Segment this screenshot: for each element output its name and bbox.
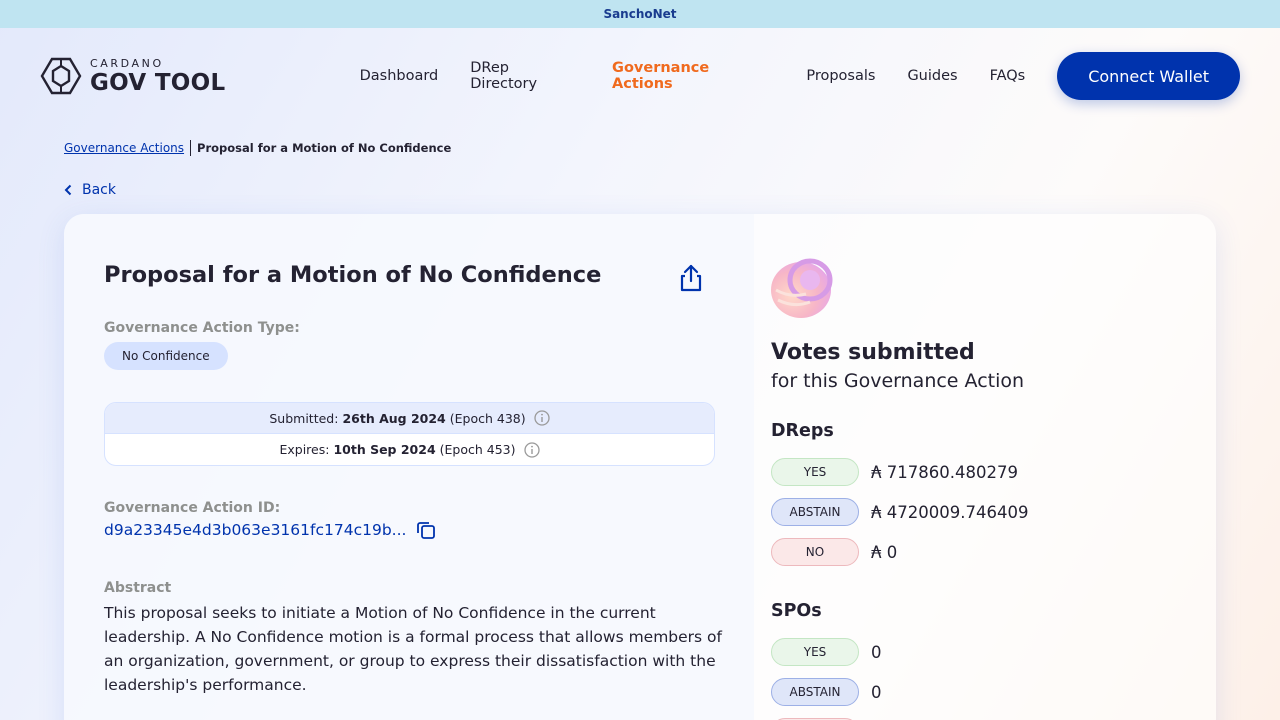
nav-guides[interactable]: Guides [907, 68, 957, 84]
copy-icon[interactable] [416, 520, 436, 540]
nav-faqs[interactable]: FAQs [990, 68, 1026, 84]
spos-yes-row: YES 0 [771, 638, 882, 666]
breadcrumb-governance-actions[interactable]: Governance Actions [64, 141, 184, 155]
cardano-logo-icon [40, 57, 82, 95]
dreps-abstain-row: ABSTAIN ₳ 4720009.746409 [771, 498, 1028, 526]
info-icon[interactable] [523, 441, 540, 458]
governance-action-card: Proposal for a Motion of No Confidence G… [64, 214, 1216, 720]
breadcrumb: Governance Actions Proposal for a Motion… [64, 140, 451, 156]
breadcrumb-separator [190, 140, 192, 156]
logo-small-text: CARDANO [90, 56, 164, 70]
abstract-label: Abstract [104, 580, 172, 596]
yes-chip: YES [771, 458, 859, 486]
breadcrumb-current: Proposal for a Motion of No Confidence [197, 141, 452, 155]
logo[interactable]: CARDANO GOV TOOL [40, 57, 340, 95]
nav-governance-actions[interactable]: Governance Actions [612, 60, 774, 92]
share-icon[interactable] [678, 264, 704, 292]
expires-row: Expires: 10th Sep 2024 (Epoch 453) [105, 434, 714, 465]
nav-drep-directory[interactable]: DRep Directory [470, 60, 580, 92]
nav-proposals[interactable]: Proposals [806, 68, 875, 84]
votes-subtitle: for this Governance Action [771, 370, 1025, 392]
spos-abstain-value: 0 [871, 682, 882, 702]
chevron-left-icon [64, 184, 72, 196]
dates-box: Submitted: 26th Aug 2024 (Epoch 438) Exp… [104, 402, 715, 466]
spos-yes-value: 0 [871, 642, 882, 662]
votes-title: Votes submitted [771, 340, 975, 365]
main-nav: Dashboard DRep Directory Governance Acti… [360, 60, 1058, 92]
proposal-title: Proposal for a Motion of No Confidence [104, 262, 602, 288]
submitted-date: 26th Aug 2024 [342, 410, 446, 426]
logo-big-text: GOV TOOL [90, 69, 226, 96]
dreps-yes-row: YES ₳ 717860.480279 [771, 458, 1018, 486]
action-type-label: Governance Action Type: [104, 320, 300, 336]
spos-title: SPOs [771, 601, 822, 621]
connect-wallet-button[interactable]: Connect Wallet [1057, 52, 1240, 100]
submitted-prefix: Submitted: [269, 410, 339, 426]
header: CARDANO GOV TOOL Dashboard DRep Director… [40, 52, 1240, 100]
submitted-row: Submitted: 26th Aug 2024 (Epoch 438) [105, 403, 714, 434]
action-type-chip: No Confidence [104, 342, 228, 370]
network-name: SanchoNet [603, 7, 677, 21]
expires-epoch: (Epoch 453) [439, 442, 516, 457]
action-id-label: Governance Action ID: [104, 500, 281, 516]
submitted-epoch: (Epoch 438) [449, 410, 526, 426]
expires-date: 10th Sep 2024 [333, 442, 436, 457]
network-banner: SanchoNet [0, 0, 1280, 28]
back-button[interactable]: Back [64, 182, 116, 198]
expires-prefix: Expires: [279, 442, 330, 457]
yes-chip: YES [771, 638, 859, 666]
abstain-chip: ABSTAIN [771, 678, 859, 706]
action-id-value[interactable]: d9a23345e4d3b063e3161fc174c19b... [104, 521, 406, 539]
abstract-text: This proposal seeks to initiate a Motion… [104, 604, 722, 694]
dreps-title: DReps [771, 421, 834, 441]
no-chip: NO [771, 538, 859, 566]
back-label: Back [82, 182, 116, 198]
dreps-no-row: NO ₳ 0 [771, 538, 897, 566]
action-id-row: d9a23345e4d3b063e3161fc174c19b... [104, 520, 436, 540]
dreps-abstain-value: ₳ 4720009.746409 [871, 502, 1029, 522]
abstain-chip: ABSTAIN [771, 498, 859, 526]
governance-avatar-icon [771, 258, 833, 318]
dreps-yes-value: ₳ 717860.480279 [871, 462, 1018, 482]
proposal-details: Proposal for a Motion of No Confidence G… [64, 214, 754, 720]
info-icon[interactable] [533, 410, 550, 426]
spos-abstain-row: ABSTAIN 0 [771, 678, 882, 706]
dreps-no-value: ₳ 0 [871, 542, 898, 562]
nav-dashboard[interactable]: Dashboard [360, 68, 439, 84]
